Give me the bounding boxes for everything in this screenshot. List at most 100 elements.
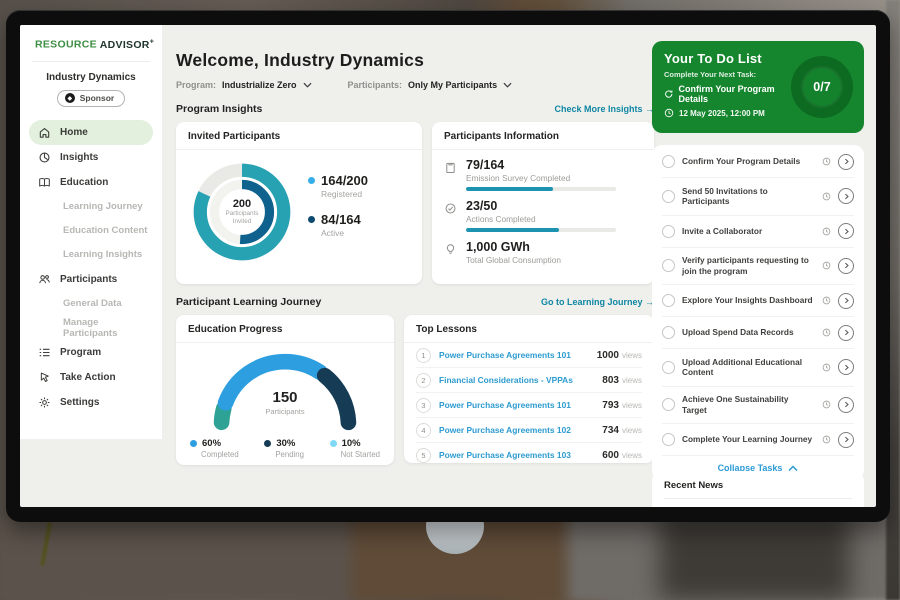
todo-panel: Your To Do List Complete Your Next Task:… [652,25,864,507]
lesson-row[interactable]: 2 Financial Considerations - VPPAs 803vi… [416,368,642,393]
sidebar-item-program[interactable]: Program [29,340,153,365]
task-row[interactable]: Verify participants requesting to join t… [662,248,854,286]
check-more-insights-link[interactable]: Check More Insights → [554,104,654,114]
todo-progress-ring: 0/7 [791,56,853,118]
task-open-button[interactable] [838,293,854,309]
lesson-row[interactable]: 4 Power Purchase Agreements 102 734views [416,418,642,443]
sidebar-item-manage-participants[interactable]: Manage Participants [29,316,153,340]
sidebar-item-learning-insights[interactable]: Learning Insights [29,243,153,267]
clock-icon [822,157,831,166]
task-row[interactable]: Send 50 Invitations to Participants [662,178,854,216]
task-open-button[interactable] [838,223,854,239]
page-title: Welcome, Industry Dynamics [176,50,654,71]
task-open-button[interactable] [838,154,854,170]
sidebar-item-label: Program [60,347,101,358]
card-title: Invited Participants [176,122,422,150]
card-title: Education Progress [176,315,394,343]
clock-icon [822,296,831,305]
lesson-link[interactable]: Power Purchase Agreements 101 [439,400,602,410]
task-checkbox[interactable] [662,259,675,272]
clock-icon [822,261,831,270]
task-row[interactable]: Explore Your Insights Dashboard [662,285,854,317]
participants-value: Only My Participants [408,80,497,90]
task-row[interactable]: Invite a Collaborator [662,216,854,248]
lesson-row[interactable]: 5 Power Purchase Agreements 103 600views [416,443,642,467]
home-icon [38,126,51,139]
education-gauge-chart: 150 Participants [206,349,364,436]
lesson-rank: 1 [416,348,431,363]
lesson-link[interactable]: Financial Considerations - VPPAs [439,375,602,385]
task-open-button[interactable] [838,397,854,413]
lesson-link[interactable]: Power Purchase Agreements 101 [439,350,597,360]
chevron-right-icon [842,296,851,305]
task-checkbox[interactable] [662,225,675,238]
invited-participants-card: Invited Participants [176,122,422,284]
book-icon [38,176,51,189]
bulb-icon [444,243,457,256]
task-open-button[interactable] [838,325,854,341]
news-divider [664,498,852,499]
emission-progress-bar [466,187,616,191]
chevron-down-icon [303,82,312,88]
clipboard-icon [444,161,457,174]
sidebar-divider [32,61,150,62]
task-row[interactable]: Upload Additional Educational Content [662,349,854,387]
logo-secondary: ADVISOR [100,39,150,51]
legend-registered: 164/200 Registered [308,173,368,199]
stat-emission-survey: 79/164 Emission Survey Completed [432,150,654,191]
lesson-link[interactable]: Power Purchase Agreements 103 [439,450,602,460]
program-label: Program: [176,80,216,90]
stat-consumption: 1,000 GWh Total Global Consumption [432,232,654,265]
sidebar-item-take-action[interactable]: Take Action [29,365,153,390]
sidebar-item-general-data[interactable]: General Data [29,292,153,316]
chevron-right-icon [842,261,851,270]
task-row[interactable]: Complete Your Learning Journey [662,424,854,456]
task-open-button[interactable] [838,188,854,204]
sidebar-item-education-content[interactable]: Education Content [29,219,153,243]
task-checkbox[interactable] [662,433,675,446]
todo-task-list: Confirm Your Program Details Send 50 Inv… [652,145,864,480]
task-checkbox[interactable] [662,361,675,374]
donut-legend: 164/200 Registered 84/164 Active [308,173,368,251]
task-checkbox[interactable] [662,190,675,203]
program-dropdown[interactable]: Program: Industrialize Zero [176,80,312,90]
task-row[interactable]: Upload Spend Data Records [662,317,854,349]
clock-icon [822,400,831,409]
sidebar-item-insights[interactable]: Insights [29,145,153,170]
sidebar-item-participants[interactable]: Participants [29,267,153,292]
task-open-button[interactable] [838,432,854,448]
lesson-link[interactable]: Power Purchase Agreements 102 [439,425,602,435]
task-open-button[interactable] [838,258,854,274]
legend-dot [264,440,271,447]
lesson-row[interactable]: 3 Power Purchase Agreements 101 793views [416,393,642,418]
sidebar-item-learning-journey[interactable]: Learning Journey [29,195,153,219]
sidebar-item-education[interactable]: Education [29,170,153,195]
monitor-bezel: RESOURCE ADVISOR+ Industry Dynamics ◆ Sp… [6,10,890,522]
legend-dot [308,177,315,184]
task-checkbox[interactable] [662,294,675,307]
logo-primary: RESOURCE [35,39,97,51]
go-to-learning-journey-link[interactable]: Go to Learning Journey → [541,297,654,307]
task-checkbox[interactable] [662,398,675,411]
task-checkbox[interactable] [662,326,675,339]
learning-journey-header: Participant Learning Journey Go to Learn… [176,296,654,308]
sidebar-item-label: Take Action [60,372,116,383]
task-row[interactable]: Confirm Your Program Details [662,146,854,178]
card-title: Participants Information [432,122,654,150]
sidebar: RESOURCE ADVISOR+ Industry Dynamics ◆ Sp… [20,25,162,439]
sidebar-item-home[interactable]: Home [29,120,153,145]
task-open-button[interactable] [838,359,854,375]
task-checkbox[interactable] [662,155,675,168]
gauge-legend: 60% Completed 30% Pending 10% Not Starte… [176,436,394,459]
sidebar-item-settings[interactable]: Settings [29,390,153,415]
task-row[interactable]: Achieve One Sustainability Target [662,387,854,425]
clock-icon [664,108,674,118]
participants-dropdown[interactable]: Participants: Only My Participants [348,80,513,90]
scene: RESOURCE ADVISOR+ Industry Dynamics ◆ Sp… [0,0,900,600]
chevron-right-icon [842,192,851,201]
legend-completed: 60% Completed [190,438,239,459]
refresh-icon [664,89,673,99]
lesson-row[interactable]: 1 Power Purchase Agreements 101 1000view… [416,343,642,368]
chevron-right-icon [842,363,851,372]
legend-active: 84/164 Active [308,212,368,238]
